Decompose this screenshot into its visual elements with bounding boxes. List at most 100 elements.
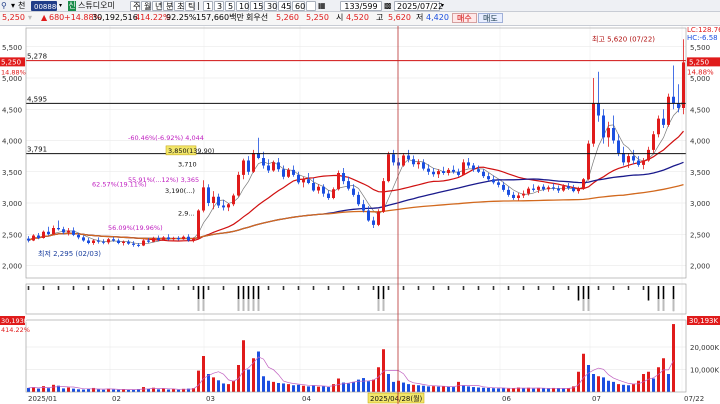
candle-body xyxy=(297,174,300,183)
volume-bar xyxy=(147,388,150,392)
volume-bar xyxy=(27,387,30,392)
signal-bar-top xyxy=(552,286,555,290)
volume-bar xyxy=(177,389,180,392)
sync-button[interactable]: 신 xyxy=(68,1,76,11)
price-chart[interactable]: 5,2784,5953,791 5,500 5,5005,000 5,0004,50… xyxy=(0,26,720,404)
volume-bar xyxy=(417,385,420,392)
high-annotation: 최고 5,620 (07/22) xyxy=(592,34,655,43)
dropdown-icon[interactable]: ▾ xyxy=(28,13,36,23)
candle-body xyxy=(557,188,560,191)
volume-bar xyxy=(112,389,115,392)
tab-tick[interactable]: 틱 xyxy=(185,1,195,11)
calendar-icon[interactable]: ▩ xyxy=(384,1,392,11)
candle-body xyxy=(522,193,525,196)
date-caret-icon[interactable]: ▾ xyxy=(441,1,447,11)
candle-body xyxy=(507,189,510,195)
volume-bar xyxy=(307,386,310,392)
date-input[interactable]: 2025/07/22 xyxy=(394,1,443,11)
minute-5[interactable]: 5 xyxy=(225,1,235,11)
minute-30[interactable]: 30 xyxy=(264,1,277,11)
signal-bar-top xyxy=(247,286,250,301)
prev-value: 5,260 xyxy=(276,13,299,22)
signal-bar-top xyxy=(117,286,120,290)
volume-bar xyxy=(362,378,365,392)
count-input[interactable]: 133/599 xyxy=(340,1,382,11)
volume-bar xyxy=(587,365,590,392)
volume-bar xyxy=(82,389,85,392)
candle-body xyxy=(37,235,40,238)
signal-bar-bottom xyxy=(257,299,260,311)
dropdown-caret-icon[interactable]: ▾ xyxy=(11,1,17,11)
magnifier-icon[interactable]: ⚲ xyxy=(1,1,11,11)
minute-1[interactable]: 1 xyxy=(203,1,213,11)
buy-button[interactable]: 매수 xyxy=(452,13,477,23)
volume-bar xyxy=(127,389,130,392)
candle-body xyxy=(657,118,660,135)
time-tick: 2025/01 xyxy=(28,395,57,403)
candle-body xyxy=(247,160,250,172)
signal-bar-top xyxy=(567,286,570,290)
minute-45[interactable]: 45 xyxy=(278,1,291,11)
candle-body xyxy=(292,169,295,175)
signal-bar-top xyxy=(282,286,285,290)
sell-button[interactable]: 매도 xyxy=(478,13,503,23)
signal-bar-top xyxy=(42,286,45,290)
annotation-a8: 2,9... xyxy=(178,209,195,217)
stock-code-input[interactable]: 008880 xyxy=(31,1,61,11)
volume-bar xyxy=(512,388,515,392)
candle-body xyxy=(517,195,520,198)
turnover-pct: 92.25% xyxy=(166,13,197,22)
open-price: 4,520 xyxy=(346,13,369,22)
candle-body xyxy=(502,184,505,190)
candle-body xyxy=(222,205,225,208)
volume-bar xyxy=(77,389,80,392)
volume-bar xyxy=(217,380,220,392)
volume-bar xyxy=(477,387,480,392)
candle-body xyxy=(472,165,475,170)
volume-bar xyxy=(52,384,55,392)
volume-bar xyxy=(212,377,215,392)
candle-body xyxy=(227,204,230,208)
signal-bar-top xyxy=(612,286,615,290)
list-caret-icon[interactable]: ▾ xyxy=(59,1,65,11)
minute-custom-input[interactable] xyxy=(306,1,316,11)
minute-60[interactable]: 60 xyxy=(292,1,305,11)
volume-bar xyxy=(412,384,415,392)
volume-bar xyxy=(597,376,600,392)
tab-year[interactable]: 년 xyxy=(152,1,162,11)
minute-15[interactable]: 15 xyxy=(250,1,263,11)
tab-second[interactable]: 초 xyxy=(174,1,184,11)
signal-bar-bottom xyxy=(377,299,380,311)
current-price-badge-text: 5,250 xyxy=(689,58,709,66)
signal-bar-bottom xyxy=(382,299,385,311)
tab-month[interactable]: 월 xyxy=(141,1,151,11)
candle-body xyxy=(107,239,110,243)
tab-week[interactable]: 주 xyxy=(130,1,140,11)
signal-bar-top xyxy=(597,286,600,290)
signal-bar-top xyxy=(432,286,435,290)
candle-body xyxy=(32,235,35,241)
volume-bar xyxy=(242,340,245,392)
stock-name: 스튜디오미 xyxy=(78,1,115,10)
candle-body xyxy=(652,134,655,150)
volume-bar xyxy=(562,388,565,392)
volume-bar xyxy=(497,388,500,392)
volume-bar xyxy=(262,376,265,392)
volume-bar xyxy=(622,384,625,392)
signal-bar-top xyxy=(162,286,165,290)
volume-bar xyxy=(197,370,200,392)
volume-bar xyxy=(577,371,580,392)
price-tick-right: 3,000 xyxy=(690,200,710,208)
candle-body xyxy=(442,171,445,173)
candle-body xyxy=(287,169,290,177)
minute-10[interactable]: 10 xyxy=(236,1,249,11)
signal-bar-top xyxy=(267,286,270,290)
tab-minute[interactable]: 분 xyxy=(163,1,173,11)
minute-3[interactable]: 3 xyxy=(214,1,224,11)
candle-body xyxy=(427,168,430,172)
signal-bar-top xyxy=(537,286,540,290)
chart-type-icon[interactable]: ▦ xyxy=(318,1,326,11)
volume-bar xyxy=(437,386,440,392)
candle-body xyxy=(232,195,235,205)
volume-bar xyxy=(532,388,535,392)
